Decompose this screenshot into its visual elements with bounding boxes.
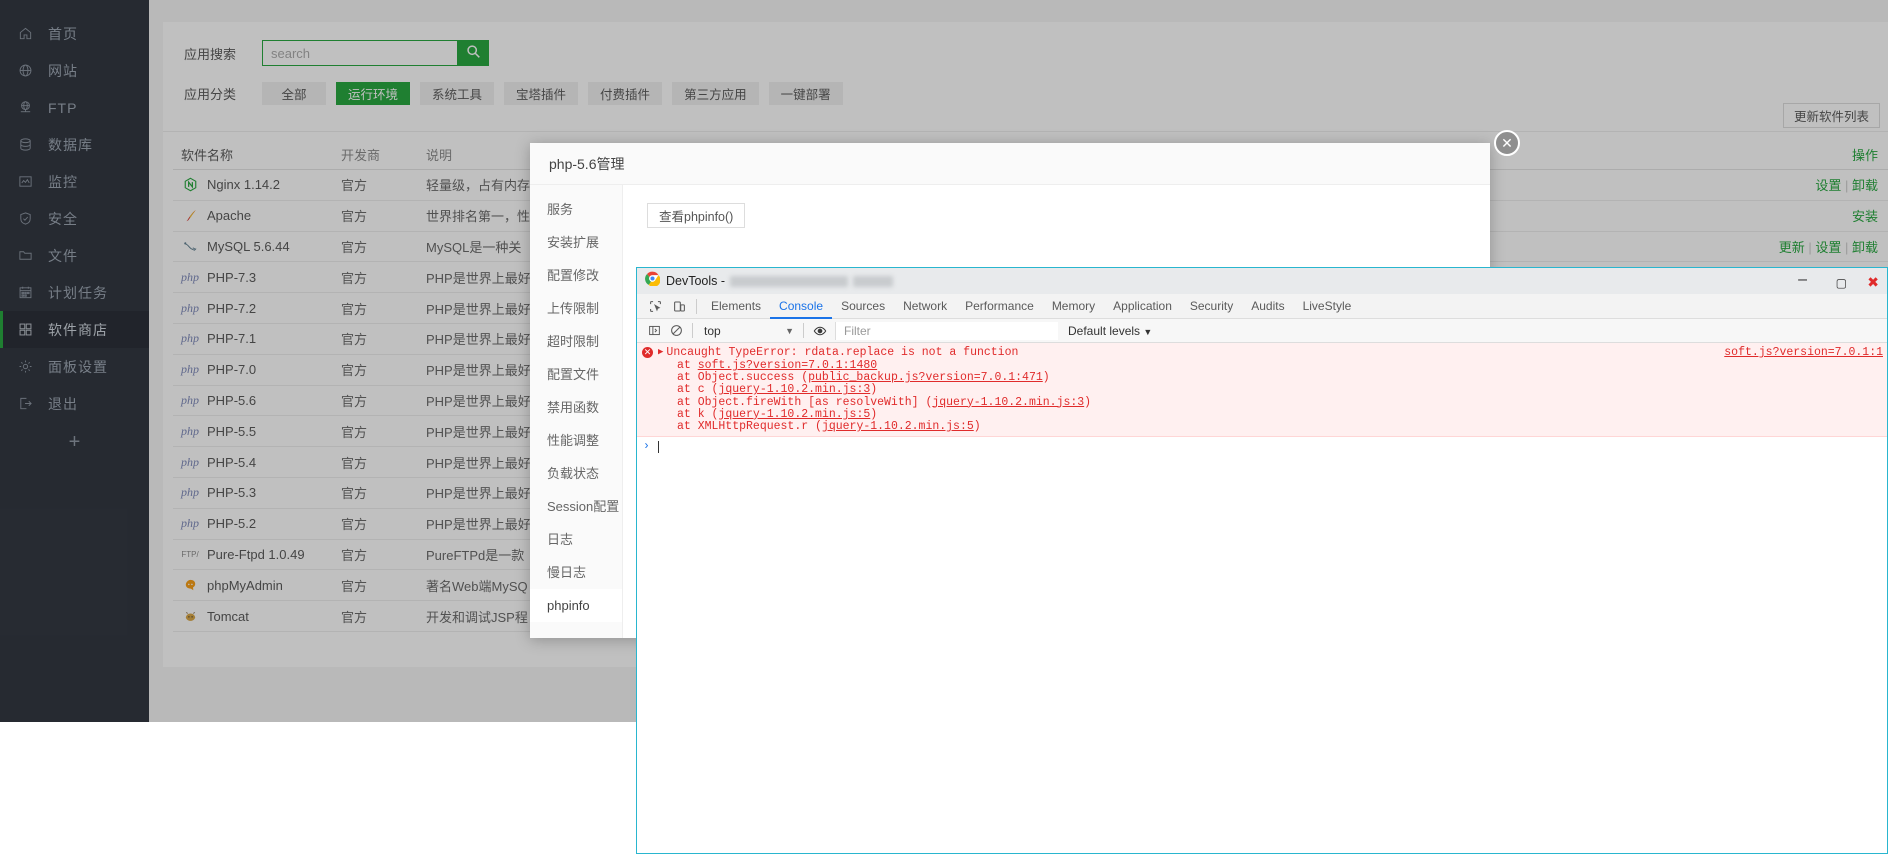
console-prompt-row[interactable]: › [637, 437, 1887, 453]
dialog-nav-item-2[interactable]: 配置修改 [530, 259, 622, 292]
execution-context-value: top [704, 323, 721, 338]
devtools-title: DevTools - [666, 274, 894, 288]
stack-prefix: at Object.success ( [677, 371, 809, 385]
view-phpinfo-button[interactable]: 查看phpinfo() [647, 203, 746, 228]
stack-suffix: ) [1042, 371, 1050, 385]
dialog-nav-list: 服务 安装扩展 配置修改 上传限制 超时限制 配置文件 禁用函数 性能调整 负载状态 Sessio… [530, 185, 623, 638]
console-toolbar-divider-2 [803, 323, 804, 338]
devtools-tab-network[interactable]: Network [894, 294, 956, 319]
console-stack-line: at XMLHttpRequest.r (jquery-1.10.2.min.j… [637, 420, 1887, 434]
close-window-icon[interactable]: ✖ [1867, 273, 1879, 291]
console-error-stack: at soft.js?version=7.0.1:1480 at Object.s… [637, 359, 1887, 434]
devtools-tab-elements[interactable]: Elements [702, 294, 770, 319]
dialog-nav-item-1[interactable]: 安装扩展 [530, 226, 622, 259]
console-toolbar: top ▼ Default levels ▼ [637, 319, 1887, 343]
maximize-icon[interactable]: ▢ [1836, 274, 1847, 292]
dialog-title: php-5.6管理 [530, 143, 1490, 185]
stack-suffix: ) [1084, 395, 1092, 409]
device-toolbar-icon[interactable] [667, 300, 691, 313]
log-levels-dropdown[interactable]: Default levels ▼ [1068, 324, 1152, 338]
console-error-message: Uncaught TypeError: rdata.replace is not… [666, 346, 1019, 359]
console-error-entry[interactable]: ✕ ▶ Uncaught TypeError: rdata.replace is… [637, 343, 1887, 438]
stack-prefix: at c ( [677, 383, 719, 397]
dialog-nav-item-6[interactable]: 禁用函数 [530, 391, 622, 424]
console-text-caret [657, 440, 659, 453]
devtools-tab-console[interactable]: Console [770, 294, 832, 319]
chevron-down-icon: ▼ [1143, 326, 1153, 337]
stack-prefix: at k ( [677, 407, 719, 421]
dialog-nav-item-11[interactable]: 慢日志 [530, 556, 622, 589]
devtools-tab-application[interactable]: Application [1104, 294, 1181, 319]
chrome-icon [645, 271, 661, 291]
devtools-titlebar[interactable]: DevTools - – ▢ ✖ [637, 268, 1887, 294]
clear-console-icon[interactable] [665, 324, 687, 337]
triangle-right-icon[interactable]: ▶ [658, 345, 663, 360]
devtools-tab-memory[interactable]: Memory [1043, 294, 1104, 319]
dialog-nav-item-4[interactable]: 超时限制 [530, 325, 622, 358]
devtools-tab-security[interactable]: Security [1181, 294, 1242, 319]
dialog-nav-item-10[interactable]: 日志 [530, 523, 622, 556]
stack-suffix: ) [973, 420, 981, 434]
stack-source-link[interactable]: jquery-1.10.2.min.js:5 [718, 408, 870, 421]
dialog-nav-item-7[interactable]: 性能调整 [530, 424, 622, 457]
console-prompt-icon: › [643, 440, 650, 454]
devtools-tab-sources[interactable]: Sources [832, 294, 894, 319]
devtools-window: DevTools - – ▢ ✖ Elements Console Sources N… [636, 267, 1888, 854]
devtools-title-prefix: DevTools - [666, 274, 726, 288]
stack-source-link[interactable]: jquery-1.10.2.min.js:5 [822, 420, 974, 433]
dialog-nav-item-12[interactable]: phpinfo [530, 589, 622, 622]
stack-prefix: at XMLHttpRequest.r ( [677, 420, 822, 434]
dialog-nav-item-8[interactable]: 负载状态 [530, 457, 622, 490]
console-sidebar-icon[interactable] [643, 324, 665, 337]
stack-source-link[interactable]: jquery-1.10.2.min.js:3 [932, 396, 1084, 409]
close-icon[interactable]: ✕ [1494, 130, 1520, 156]
devtools-tab-performance[interactable]: Performance [956, 294, 1043, 319]
dialog-nav-item-0[interactable]: 服务 [530, 193, 622, 226]
toolbar-divider [696, 298, 697, 314]
dialog-nav-item-3[interactable]: 上传限制 [530, 292, 622, 325]
devtools-tabbar: Elements Console Sources Network Performance… [637, 294, 1887, 319]
chevron-down-icon: ▼ [785, 325, 794, 336]
minimize-icon[interactable]: – [1798, 271, 1807, 289]
console-filter-input[interactable] [835, 321, 1058, 340]
stack-suffix: ) [870, 383, 878, 397]
console-error-source-link[interactable]: soft.js?version=7.0.1:1 [1724, 346, 1883, 359]
stack-source-link[interactable]: soft.js?version=7.0.1:1480 [698, 359, 877, 372]
devtools-title-redacted-2 [853, 275, 894, 287]
stack-suffix: ) [870, 407, 878, 421]
live-expression-icon[interactable] [809, 324, 831, 338]
stack-source-link[interactable]: public_backup.js?version=7.0.1:471 [808, 371, 1043, 384]
stack-prefix: at Object.fireWith [as resolveWith] ( [677, 395, 933, 409]
dialog-nav-item-5[interactable]: 配置文件 [530, 358, 622, 391]
log-levels-label: Default levels [1068, 323, 1141, 338]
stack-source-link[interactable]: jquery-1.10.2.min.js:3 [718, 383, 870, 396]
error-icon: ✕ [642, 347, 653, 358]
console-output[interactable]: ✕ ▶ Uncaught TypeError: rdata.replace is… [637, 343, 1887, 853]
devtools-title-redacted [730, 275, 849, 287]
inspect-element-icon[interactable] [643, 300, 667, 313]
console-error-header[interactable]: ✕ ▶ Uncaught TypeError: rdata.replace is… [637, 345, 1887, 360]
stack-prefix: at [677, 359, 698, 372]
console-toolbar-divider [692, 323, 693, 338]
execution-context-select[interactable]: top ▼ [698, 322, 798, 340]
devtools-tab-livestyle[interactable]: LiveStyle [1294, 294, 1361, 319]
devtools-tab-audits[interactable]: Audits [1242, 294, 1293, 319]
devtools-tab-list: Elements Console Sources Network Performance… [702, 294, 1360, 319]
dialog-nav-item-9[interactable]: Session配置 [530, 490, 622, 523]
